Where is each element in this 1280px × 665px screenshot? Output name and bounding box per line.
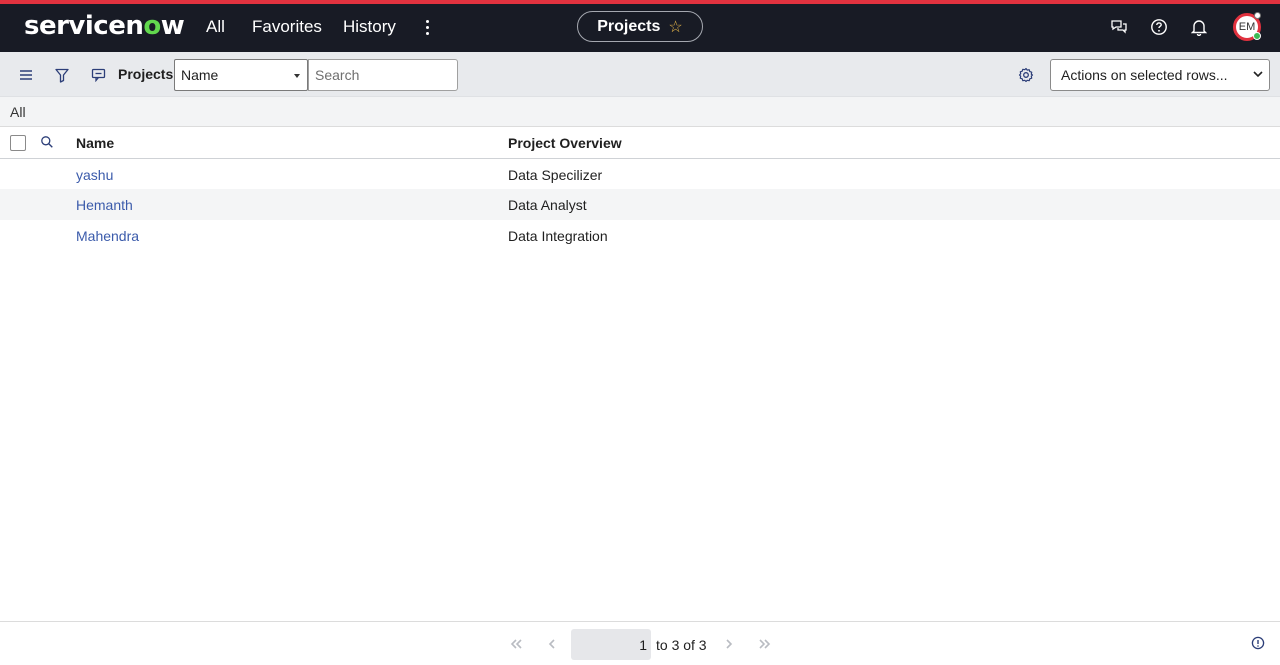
nav-history[interactable]: History [343,17,396,37]
nav-all[interactable]: All [206,17,225,37]
page-number-input[interactable] [571,629,651,660]
previous-page-icon[interactable] [544,636,560,652]
next-page-icon[interactable] [721,636,737,652]
first-page-icon[interactable] [508,636,524,652]
table-header: Name Project Overview [0,127,1280,159]
chevron-down-icon [1252,67,1264,84]
row-project-overview: Data Specilizer [508,167,603,183]
table-row: Mahendra Data Integration [0,220,1280,251]
hamburger-menu-icon[interactable] [16,65,36,85]
favorite-star-icon[interactable]: ☆ [668,17,682,37]
nav-favorites[interactable]: Favorites [252,17,322,37]
table-row: yashu Data Specilizer [0,159,1280,190]
row-name-link[interactable]: Mahendra [76,228,139,244]
breadcrumb-all[interactable]: All [10,104,26,120]
pagination-footer: to 3 of 3 [0,621,1280,665]
chat-icon[interactable] [1108,16,1130,38]
filter-icon[interactable] [52,65,72,85]
table-row: Hemanth Data Analyst [0,189,1280,220]
info-icon[interactable] [1251,636,1265,655]
list-toolbar: Projects Name Actions on selected rows..… [0,52,1280,97]
row-project-overview: Data Integration [508,228,608,244]
more-menu-icon[interactable] [421,17,433,37]
column-header-name[interactable]: Name [76,135,114,151]
user-avatar[interactable]: EM [1233,12,1261,41]
row-name-link[interactable]: Hemanth [76,197,133,213]
servicenow-logo[interactable]: servicenow [24,11,185,41]
notifications-bell-icon[interactable] [1188,16,1210,38]
list-title: Projects [118,66,174,82]
actions-select[interactable]: Actions on selected rows... [1050,59,1270,91]
search-field-select[interactable]: Name [174,59,308,91]
avatar-initials: EM [1238,21,1256,33]
breadcrumb: All [0,97,1280,127]
row-project-overview: Data Analyst [508,197,587,213]
help-icon[interactable] [1148,16,1170,38]
context-title: Projects [597,17,661,35]
column-header-project-overview[interactable]: Project Overview [508,135,622,151]
actions-select-value: Actions on selected rows... [1061,67,1228,83]
row-name-link[interactable]: yashu [76,167,113,183]
settings-gear-icon[interactable] [1016,65,1036,85]
top-navigation-bar: servicenow All Favorites History Project… [0,0,1280,52]
list-context-icon[interactable] [88,65,108,85]
context-title-pill[interactable]: Projects ☆ [577,11,703,42]
caret-down-icon [294,74,300,78]
presence-dot [1253,32,1261,40]
search-input[interactable] [308,59,458,91]
pagination-summary: to 3 of 3 [656,637,707,653]
last-page-icon[interactable] [757,636,773,652]
column-search-icon[interactable] [40,135,54,154]
avatar-status-ring [1254,12,1261,19]
select-all-checkbox[interactable] [10,135,26,151]
search-field-value: Name [181,67,219,83]
